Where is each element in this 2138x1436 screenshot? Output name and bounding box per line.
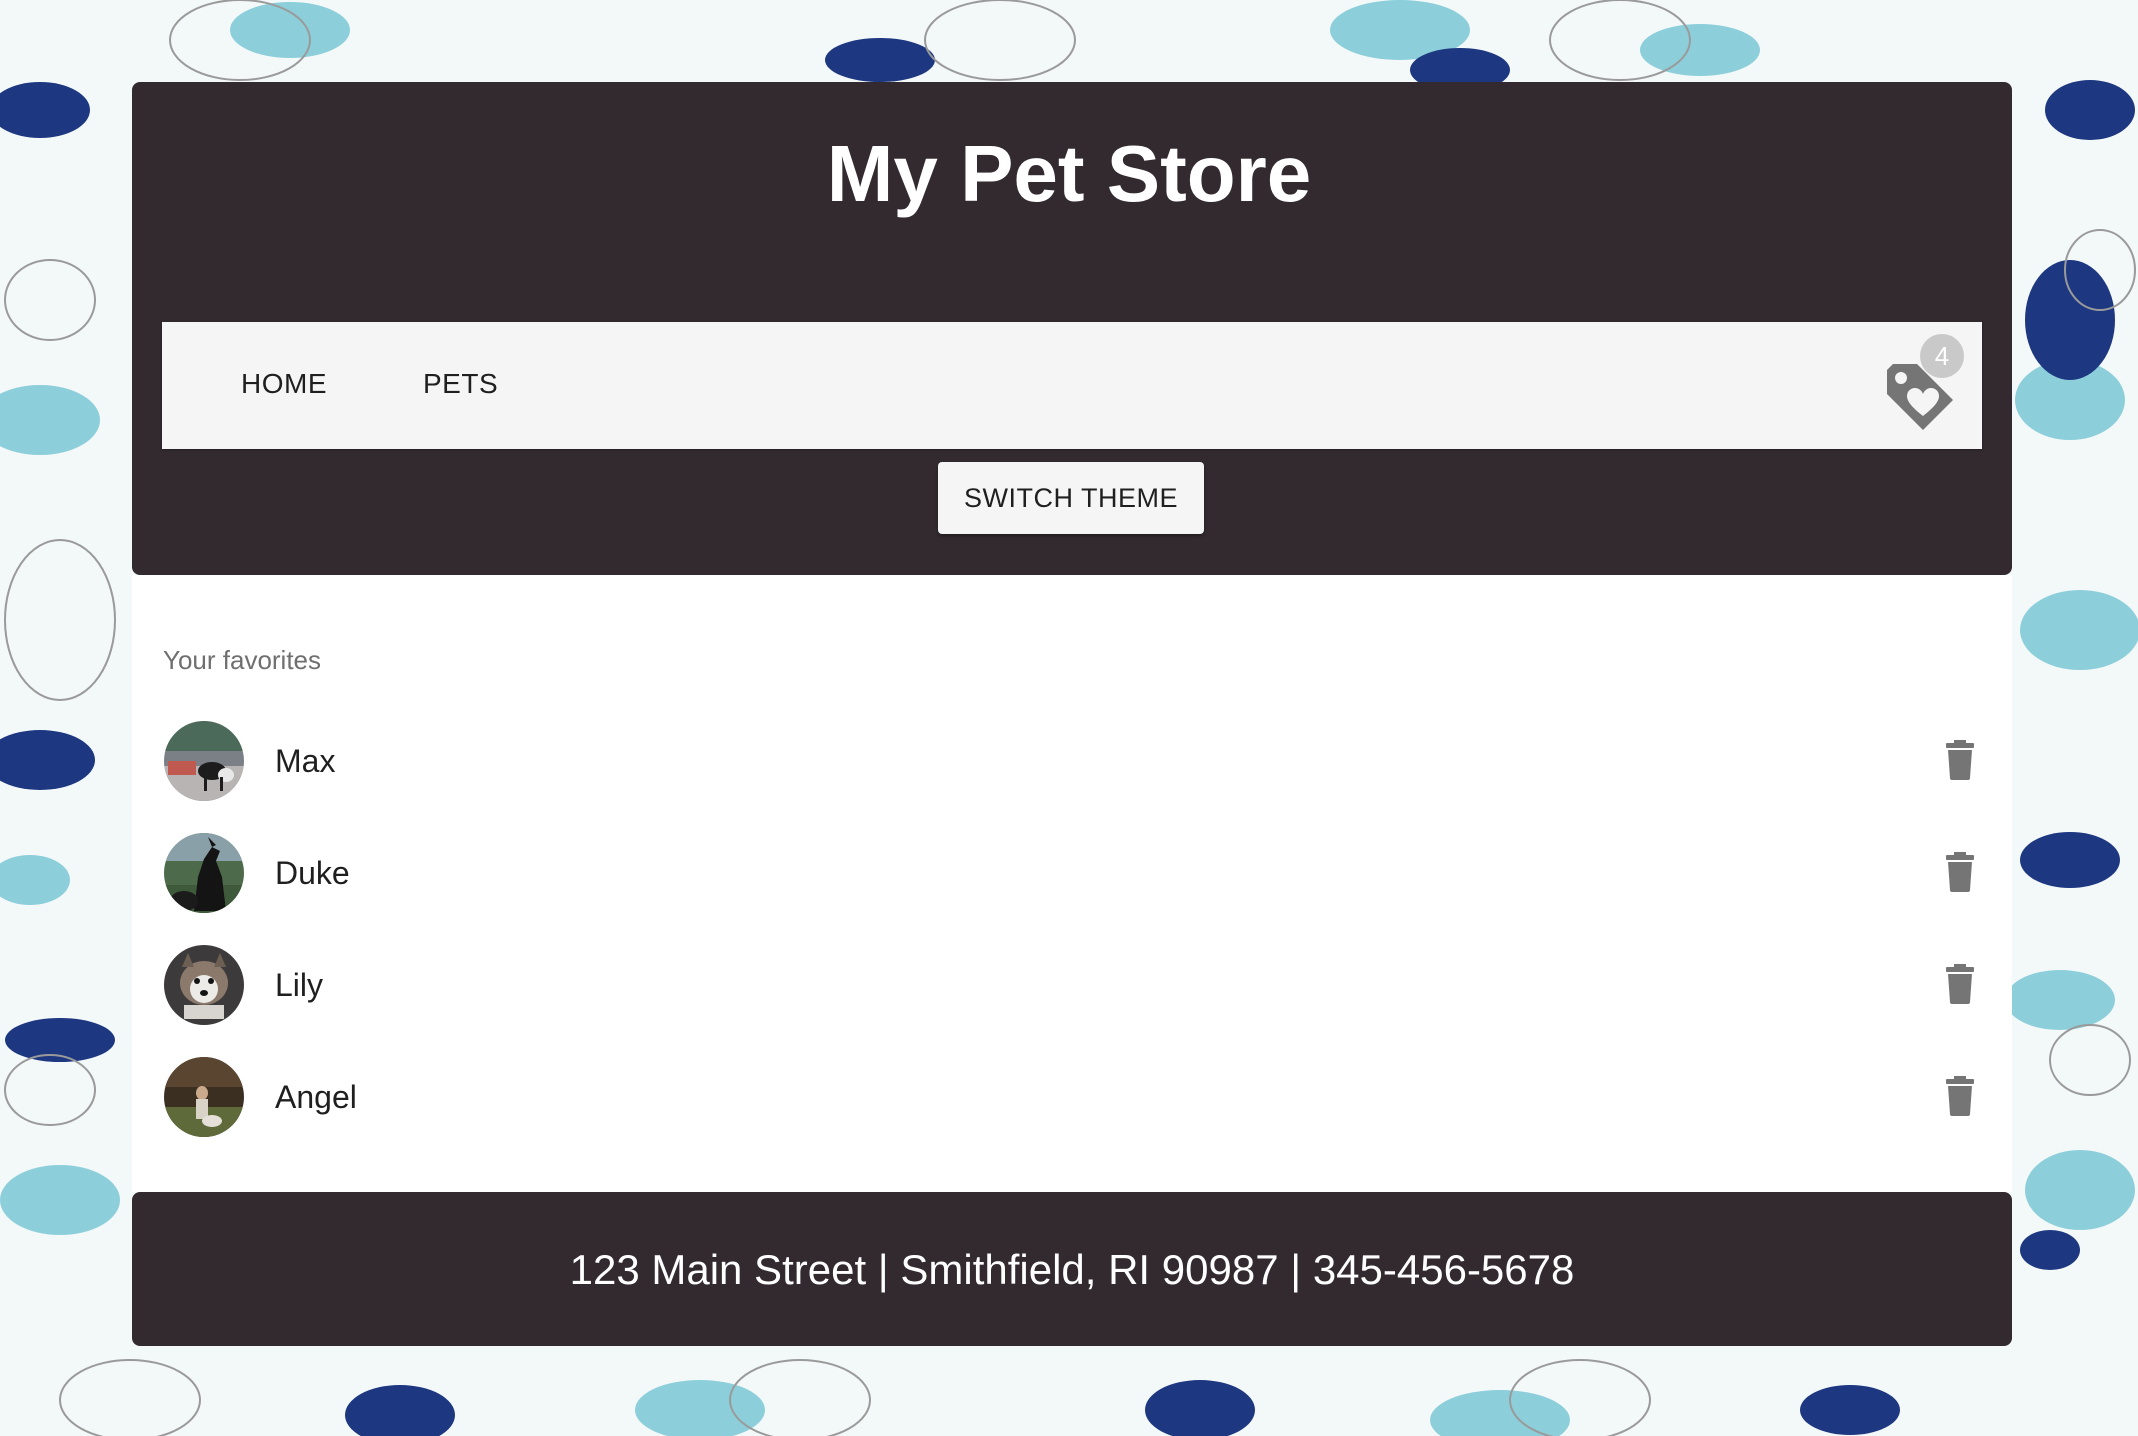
- trash-icon[interactable]: [1938, 850, 1982, 894]
- avatar: [164, 1057, 244, 1137]
- switch-theme-button[interactable]: SWITCH THEME: [938, 462, 1204, 534]
- site-footer: 123 Main Street | Smithfield, RI 90987 |…: [132, 1192, 2012, 1346]
- top-navbar: HOME PETS 4: [162, 322, 1982, 449]
- pet-name: Angel: [275, 1079, 357, 1115]
- favorites-count-badge: 4: [1920, 334, 1964, 378]
- site-title: My Pet Store: [826, 129, 1312, 218]
- pet-name: Lily: [275, 967, 324, 1003]
- trash-icon[interactable]: [1938, 1074, 1982, 1118]
- avatar: [164, 833, 244, 913]
- list-item[interactable]: Lily: [132, 929, 2012, 1041]
- pet-name: Duke: [275, 855, 350, 891]
- avatar: [164, 721, 244, 801]
- list-item[interactable]: Angel: [132, 1041, 2012, 1153]
- avatar: [164, 945, 244, 1025]
- trash-icon[interactable]: [1938, 962, 1982, 1006]
- list-item[interactable]: Duke: [132, 817, 2012, 929]
- nav-pets-link[interactable]: PETS: [423, 362, 498, 406]
- favorites-section: Your favorites Max Duke Lily Angel: [132, 575, 2012, 1192]
- footer-address: 123 Main Street | Smithfield, RI 90987 |…: [569, 1246, 1575, 1293]
- list-item[interactable]: Max: [132, 705, 2012, 817]
- pet-name: Max: [275, 743, 336, 779]
- nav-home-link[interactable]: HOME: [241, 362, 327, 406]
- trash-icon[interactable]: [1938, 738, 1982, 782]
- favorites-heading: Your favorites: [163, 645, 322, 675]
